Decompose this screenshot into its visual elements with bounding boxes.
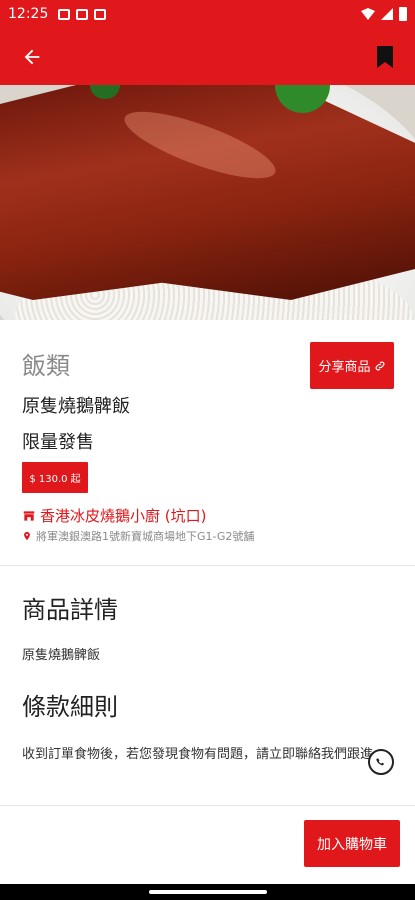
product-name: 原隻燒鵝髀飯 <box>22 396 130 417</box>
home-indicator[interactable] <box>148 890 267 894</box>
store-address-text: 將軍澳銀澳路1號新寶城商場地下G1-G2號舖 <box>36 530 255 543</box>
battery-icon <box>399 7 407 21</box>
roast-goose-image <box>0 85 415 300</box>
share-label: 分享商品 <box>318 360 371 375</box>
store-address: 將軍澳銀澳路1號新寶城商場地下G1-G2號舖 <box>22 528 254 544</box>
system-nav-bar <box>0 884 415 900</box>
price-badge: $ 130.0 起 <box>22 462 88 493</box>
bookmark-icon <box>377 45 393 68</box>
product-image-carousel[interactable] <box>0 85 415 320</box>
status-time: 12:25 <box>8 6 49 22</box>
product-category: 飯類 <box>22 352 70 380</box>
divider <box>0 565 415 566</box>
store-name: 香港冰皮燒鵝小廚 (坑口) <box>40 507 207 525</box>
signal-icon <box>381 8 393 20</box>
terms-title: 條款細則 <box>22 693 118 721</box>
whatsapp-button[interactable] <box>368 749 394 775</box>
details-text: 原隻燒鵝髀飯 <box>22 648 101 663</box>
whatsapp-icon <box>376 758 384 766</box>
back-button[interactable] <box>18 43 46 71</box>
link-icon <box>375 361 384 370</box>
location-pin-icon <box>24 531 30 541</box>
wifi-icon <box>361 8 375 20</box>
image-icon <box>76 8 89 20</box>
bookmark-button[interactable] <box>373 43 397 71</box>
terms-text: 收到訂單食物後，若您發現食物有問題，請立即聯絡我們跟進。 <box>22 747 387 762</box>
details-title: 商品詳情 <box>22 596 118 624</box>
add-to-cart-button[interactable]: 加入購物車 <box>304 820 400 867</box>
arrow-left-icon <box>24 49 40 64</box>
status-bar: 12:25 <box>0 0 415 28</box>
app-bar <box>0 28 415 85</box>
store-link[interactable]: 香港冰皮燒鵝小廚 (坑口) <box>22 505 206 526</box>
share-product-button[interactable]: 分享商品 <box>310 342 394 389</box>
gmail-icon <box>94 8 107 20</box>
message-icon <box>58 8 71 20</box>
limited-label: 限量發售 <box>22 432 94 453</box>
divider <box>0 805 415 806</box>
store-icon <box>23 510 35 521</box>
